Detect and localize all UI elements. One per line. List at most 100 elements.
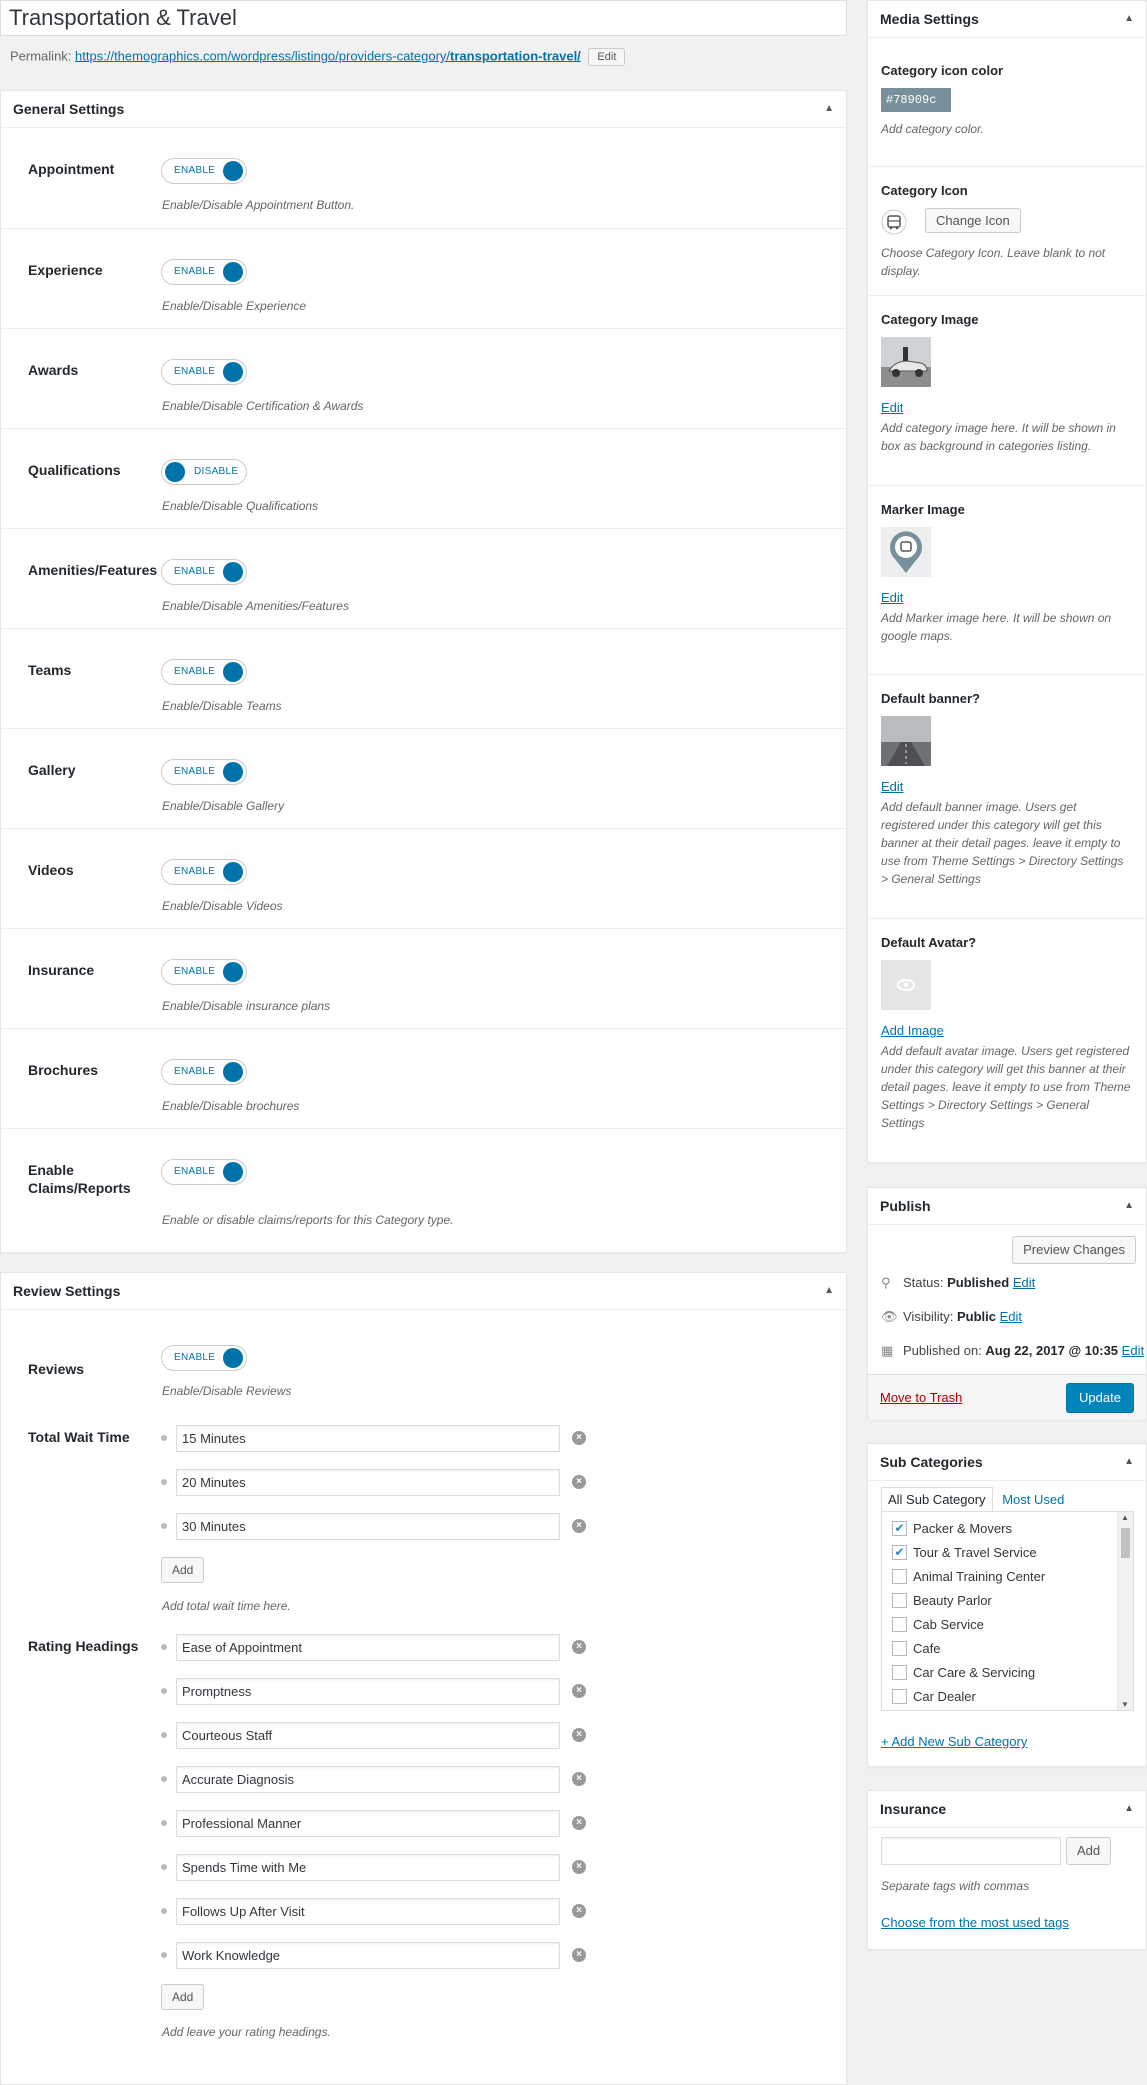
reviews-toggle[interactable]: ENABLE	[161, 1345, 247, 1371]
list-item[interactable]: Cafe	[882, 1637, 1133, 1661]
drag-handle-icon[interactable]	[161, 1820, 167, 1826]
setting-toggle[interactable]: DISABLE	[161, 459, 247, 485]
insurance-tag-input[interactable]	[881, 1837, 1061, 1865]
sub-categories-header[interactable]: Sub Categories ▲	[868, 1444, 1146, 1481]
remove-icon[interactable]: ×	[572, 1860, 586, 1874]
category-image-thumbnail[interactable]	[881, 337, 931, 387]
checkbox[interactable]	[892, 1641, 907, 1657]
tab-most-used[interactable]: Most Used	[996, 1488, 1070, 1512]
checkbox[interactable]	[892, 1569, 907, 1585]
scroll-down-arrow-icon[interactable]: ▼	[1121, 1700, 1129, 1709]
marker-image-thumbnail[interactable]	[881, 527, 931, 577]
repeatable-input[interactable]	[176, 1469, 560, 1496]
collapse-arrow-icon[interactable]: ▲	[1124, 1444, 1134, 1480]
collapse-arrow-icon[interactable]: ▲	[824, 1273, 834, 1309]
setting-toggle[interactable]: ENABLE	[161, 659, 247, 685]
permalink-url[interactable]: https://themographics.com/wordpress/list…	[75, 48, 581, 63]
remove-icon[interactable]: ×	[572, 1431, 586, 1445]
setting-toggle[interactable]: ENABLE	[161, 359, 247, 385]
change-icon-button[interactable]: Change Icon	[925, 208, 1021, 233]
repeatable-input[interactable]	[176, 1634, 560, 1661]
repeatable-input[interactable]	[176, 1766, 560, 1793]
drag-handle-icon[interactable]	[161, 1435, 167, 1441]
checkbox[interactable]: ✔	[892, 1545, 907, 1561]
drag-handle-icon[interactable]	[161, 1776, 167, 1782]
add-rating-heading-button[interactable]: Add	[161, 1984, 205, 2010]
remove-icon[interactable]: ×	[572, 1904, 586, 1918]
drag-handle-icon[interactable]	[161, 1479, 167, 1485]
drag-handle-icon[interactable]	[161, 1908, 167, 1914]
insurance-add-button[interactable]: Add	[1066, 1837, 1112, 1865]
checkbox[interactable]	[892, 1689, 907, 1705]
setting-toggle[interactable]: ENABLE	[161, 859, 247, 885]
scroll-up-arrow-icon[interactable]: ▲	[1121, 1513, 1129, 1522]
scrollbar-thumb[interactable]	[1121, 1528, 1130, 1558]
visibility-edit-link[interactable]: Edit	[1000, 1309, 1022, 1324]
remove-icon[interactable]: ×	[572, 1728, 586, 1742]
list-item[interactable]: Car Dealer	[882, 1685, 1133, 1709]
drag-handle-icon[interactable]	[161, 1523, 167, 1529]
publish-header[interactable]: Publish ▲	[868, 1188, 1146, 1225]
marker-image-edit-link[interactable]: Edit	[881, 590, 903, 605]
post-title-input[interactable]: Transportation & Travel	[0, 0, 847, 36]
remove-icon[interactable]: ×	[572, 1519, 586, 1533]
repeatable-input[interactable]	[176, 1425, 560, 1452]
default-avatar-add-link[interactable]: Add Image	[881, 1023, 944, 1038]
add-wait-time-button[interactable]: Add	[161, 1557, 205, 1583]
setting-toggle[interactable]: ENABLE	[161, 259, 247, 285]
list-item[interactable]: ✔ Packer & Movers	[882, 1517, 1133, 1541]
setting-toggle[interactable]: ENABLE	[161, 158, 247, 184]
repeatable-input[interactable]	[176, 1810, 560, 1837]
setting-toggle[interactable]: ENABLE	[161, 759, 247, 785]
default-banner-edit-link[interactable]: Edit	[881, 779, 903, 794]
sub-category-checklist[interactable]: ✔ Packer & Movers ✔ Tour & Travel Service An…	[881, 1511, 1134, 1711]
permalink-edit-button[interactable]: Edit	[588, 48, 626, 66]
collapse-arrow-icon[interactable]: ▲	[824, 91, 834, 127]
choose-most-used-tags-link[interactable]: Choose from the most used tags	[881, 1915, 1069, 1930]
remove-icon[interactable]: ×	[572, 1640, 586, 1654]
repeatable-input[interactable]	[176, 1942, 560, 1969]
published-on-edit-link[interactable]: Edit	[1122, 1343, 1144, 1358]
remove-icon[interactable]: ×	[572, 1475, 586, 1489]
default-avatar-thumbnail[interactable]	[881, 960, 931, 1010]
category-image-edit-link[interactable]: Edit	[881, 400, 903, 415]
tab-all-sub-category[interactable]: All Sub Category	[881, 1487, 993, 1513]
general-settings-header[interactable]: General Settings ▲	[1, 91, 846, 128]
setting-toggle[interactable]: ENABLE	[161, 1159, 247, 1185]
preview-changes-button[interactable]: Preview Changes	[1012, 1236, 1136, 1264]
list-item[interactable]: Beauty Parlor	[882, 1589, 1133, 1613]
checkbox[interactable]	[892, 1665, 907, 1681]
update-button[interactable]: Update	[1066, 1383, 1134, 1413]
collapse-arrow-icon[interactable]: ▲	[1124, 1188, 1134, 1224]
list-item[interactable]: Car Care & Servicing	[882, 1661, 1133, 1685]
checkbox[interactable]: ✔	[892, 1521, 907, 1537]
checkbox[interactable]	[892, 1593, 907, 1609]
media-settings-header[interactable]: Media Settings ▲	[868, 1, 1146, 38]
insurance-header[interactable]: Insurance ▲	[868, 1791, 1146, 1828]
drag-handle-icon[interactable]	[161, 1644, 167, 1650]
remove-icon[interactable]: ×	[572, 1772, 586, 1786]
checklist-scrollbar[interactable]: ▲ ▼	[1117, 1512, 1133, 1710]
drag-handle-icon[interactable]	[161, 1952, 167, 1958]
remove-icon[interactable]: ×	[572, 1684, 586, 1698]
remove-icon[interactable]: ×	[572, 1816, 586, 1830]
list-item[interactable]: Animal Training Center	[882, 1565, 1133, 1589]
setting-toggle[interactable]: ENABLE	[161, 959, 247, 985]
drag-handle-icon[interactable]	[161, 1864, 167, 1870]
review-settings-header[interactable]: Review Settings ▲	[1, 1273, 846, 1310]
status-edit-link[interactable]: Edit	[1013, 1275, 1035, 1290]
list-item[interactable]: ✔ Tour & Travel Service	[882, 1541, 1133, 1565]
repeatable-input[interactable]	[176, 1854, 560, 1881]
drag-handle-icon[interactable]	[161, 1688, 167, 1694]
setting-toggle[interactable]: ENABLE	[161, 559, 247, 585]
list-item[interactable]: Cab Service	[882, 1613, 1133, 1637]
repeatable-input[interactable]	[176, 1678, 560, 1705]
repeatable-input[interactable]	[176, 1722, 560, 1749]
collapse-arrow-icon[interactable]: ▲	[1124, 1, 1134, 37]
repeatable-input[interactable]	[176, 1898, 560, 1925]
checkbox[interactable]	[892, 1617, 907, 1633]
default-banner-thumbnail[interactable]	[881, 716, 931, 766]
add-new-sub-category-link[interactable]: + Add New Sub Category	[881, 1734, 1027, 1749]
collapse-arrow-icon[interactable]: ▲	[1124, 1791, 1134, 1827]
move-to-trash-link[interactable]: Move to Trash	[880, 1390, 962, 1405]
